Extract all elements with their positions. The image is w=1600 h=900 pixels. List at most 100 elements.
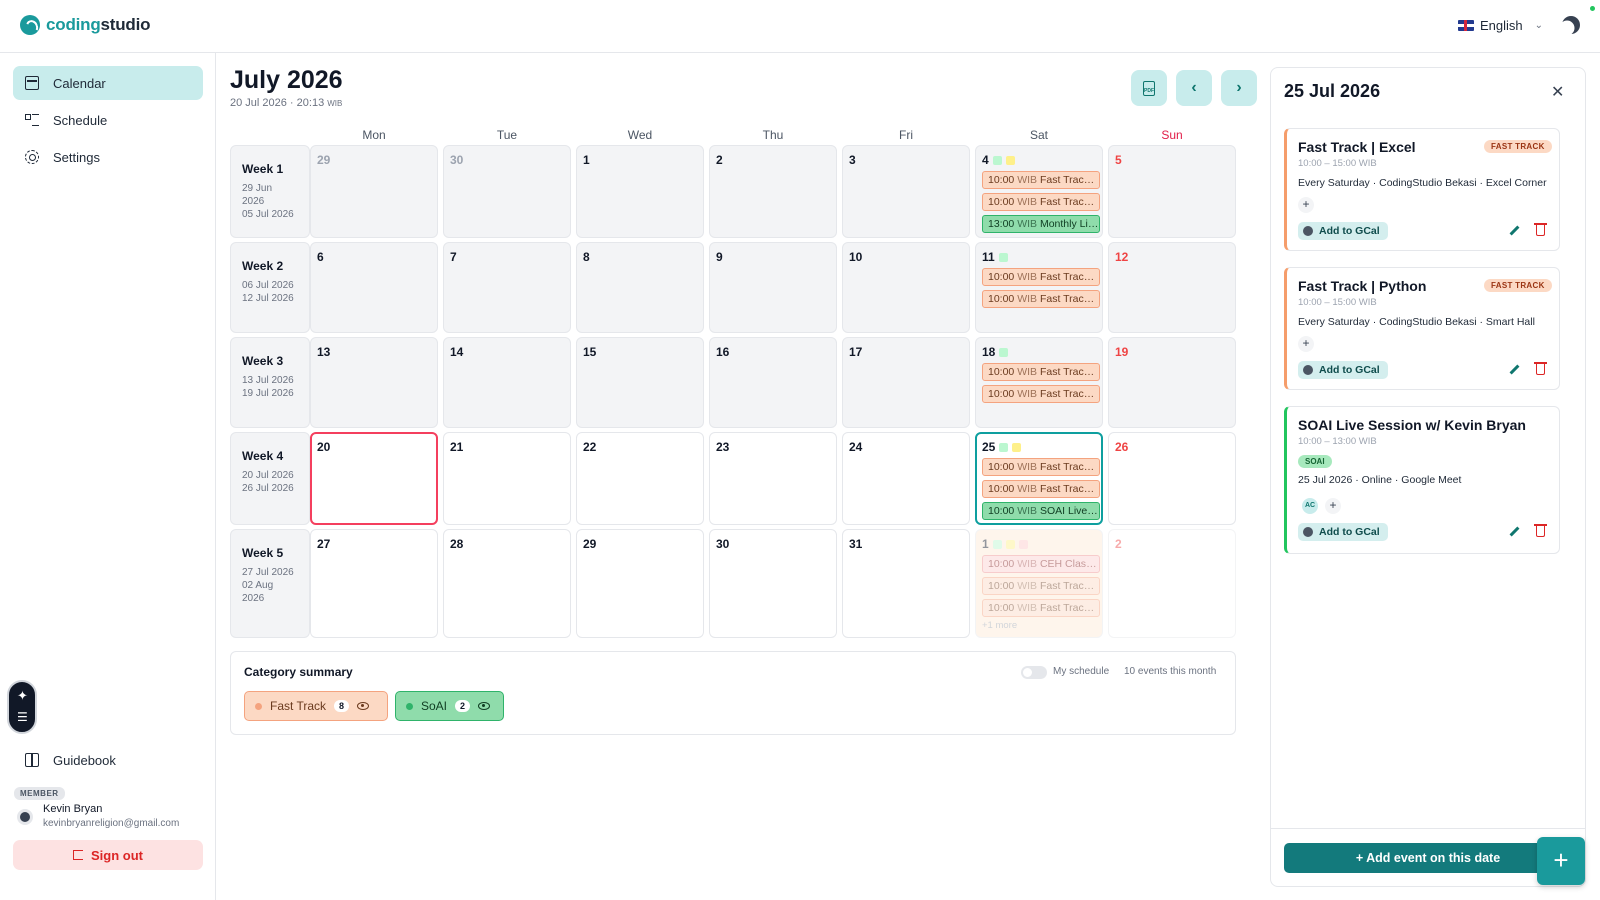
sidebar-item-guidebook[interactable]: Guidebook	[13, 743, 203, 777]
event-chip[interactable]: 10:00 WIB Fast Track ...	[982, 290, 1100, 308]
event-card[interactable]: SOAI Live Session w/ Kevin Bryan 10:00 –…	[1284, 406, 1560, 554]
calendar-day-cell[interactable]: 10	[842, 242, 970, 333]
calendar-day-cell[interactable]: 11 10:00 WIB Fast Track ... 10:00 WIB Fast…	[975, 242, 1103, 333]
next-month-button[interactable]: ›	[1221, 70, 1257, 106]
day-number-row: 21	[450, 440, 570, 454]
category-chip-soai[interactable]: SoAI 2	[395, 691, 504, 721]
add-fab-button[interactable]: +	[1537, 837, 1585, 885]
edit-icon[interactable]	[1509, 526, 1520, 537]
category-badge: FAST TRACK	[1484, 140, 1552, 153]
calendar-day-cell[interactable]: 22	[576, 432, 704, 525]
calendar-day-cell[interactable]: 17	[842, 337, 970, 428]
calendar-day-cell[interactable]: 2	[709, 145, 837, 238]
calendar-day-cell[interactable]: 4 10:00 WIB Fast Track ... 10:00 WIB Fast …	[975, 145, 1103, 238]
calendar-day-cell[interactable]: 13	[310, 337, 438, 428]
close-icon[interactable]: ✕	[1551, 82, 1564, 102]
event-chip[interactable]: 10:00 WIB Fast Track ...	[982, 268, 1100, 286]
calendar-day-cell[interactable]: 24	[842, 432, 970, 525]
add-attendee-button[interactable]: +	[1298, 197, 1314, 213]
event-chip[interactable]: 10:00 WIB Fast Track ...	[982, 480, 1100, 498]
calendar-day-cell[interactable]: 20	[310, 432, 438, 525]
export-pdf-button[interactable]: PDF	[1131, 70, 1167, 106]
calendar-day-cell[interactable]: 29	[310, 145, 438, 238]
event-title: SOAI Live Session w/ Kevin Bryan	[1298, 417, 1526, 433]
event-chip[interactable]: 10:00 WIB Fast Track ...	[982, 599, 1100, 617]
calendar-day-cell[interactable]: 14	[443, 337, 571, 428]
google-icon	[1303, 226, 1313, 236]
event-chip[interactable]: 10:00 WIB SOAI Live S...	[982, 502, 1100, 520]
sign-out-button[interactable]: Sign out	[13, 840, 203, 870]
calendar-day-cell[interactable]: 15	[576, 337, 704, 428]
calendar-day-cell[interactable]: 30	[443, 145, 571, 238]
sidebar-item-settings[interactable]: Settings	[13, 140, 203, 174]
edit-icon[interactable]	[1509, 364, 1520, 375]
calendar-day-cell[interactable]: 25 10:00 WIB Fast Track ... 10:00 WIB Fast…	[975, 432, 1103, 525]
category-chip-fast-track[interactable]: Fast Track 8	[244, 691, 388, 721]
calendar-day-cell[interactable]: 27	[310, 529, 438, 638]
add-event-button[interactable]: + Add event on this date	[1284, 843, 1572, 873]
category-indicator	[1005, 539, 1015, 549]
calendar-day-cell[interactable]: 28	[443, 529, 571, 638]
add-attendee-button[interactable]: +	[1325, 498, 1341, 514]
day-number: 30	[716, 537, 730, 551]
my-schedule-toggle[interactable]	[1021, 666, 1047, 679]
day-number-row: 4	[982, 153, 1102, 167]
event-chip[interactable]: 10:00 WIB Fast Track ...	[982, 385, 1100, 403]
delete-icon[interactable]	[1534, 362, 1547, 375]
edit-icon[interactable]	[1509, 225, 1520, 236]
calendar-day-cell[interactable]: 5	[1108, 145, 1236, 238]
more-events-link[interactable]: +1 more	[982, 620, 1102, 631]
calendar-day-cell[interactable]: 2	[1108, 529, 1236, 638]
add-to-gcal-button[interactable]: Add to GCal	[1298, 222, 1388, 240]
delete-icon[interactable]	[1534, 223, 1547, 236]
event-chip[interactable]: 10:00 WIB CEH Class ...	[982, 555, 1100, 573]
calendar-day-cell[interactable]: 3	[842, 145, 970, 238]
event-chip[interactable]: 10:00 WIB Fast Track ...	[982, 193, 1100, 211]
event-time: 10:00	[988, 505, 1015, 517]
calendar-day-cell[interactable]: 26	[1108, 432, 1236, 525]
calendar-day-cell[interactable]: 30	[709, 529, 837, 638]
calendar-day-cell[interactable]: 29	[576, 529, 704, 638]
sidebar-item-calendar[interactable]: Calendar	[13, 66, 203, 100]
event-card[interactable]: Fast Track | Excel 10:00 – 15:00 WIB Eve…	[1284, 128, 1560, 251]
chip-label: Fast Track	[270, 699, 327, 713]
calendar-day-cell[interactable]: 1 10:00 WIB CEH Class ... 10:00 WIB Fast T…	[975, 529, 1103, 638]
calendar-day-cell[interactable]: 6	[310, 242, 438, 333]
week-range: 19 Jul 2026	[242, 388, 294, 399]
event-time: 10:00	[988, 174, 1015, 186]
calendar-day-cell[interactable]: 7	[443, 242, 571, 333]
dark-mode-icon[interactable]	[1562, 16, 1580, 34]
calendar-day-cell[interactable]: 23	[709, 432, 837, 525]
calendar-day-cell[interactable]: 18 10:00 WIB Fast Track ... 10:00 WIB Fast…	[975, 337, 1103, 428]
event-card[interactable]: Fast Track | Python 10:00 – 15:00 WIB Ev…	[1284, 267, 1560, 390]
calendar-day-cell[interactable]: 31	[842, 529, 970, 638]
delete-icon[interactable]	[1534, 524, 1547, 537]
app-logo[interactable]: codingstudio	[20, 15, 151, 35]
add-to-gcal-button[interactable]: Add to GCal	[1298, 361, 1388, 379]
day-number-row: 30	[450, 153, 570, 167]
event-tz: WIB	[1017, 271, 1038, 283]
prev-month-button[interactable]: ‹	[1176, 70, 1212, 106]
event-chip[interactable]: 10:00 WIB Fast Track ...	[982, 171, 1100, 189]
event-chip[interactable]: 13:00 WIB Monthly Liv...	[982, 215, 1100, 233]
eye-icon[interactable]	[357, 702, 370, 710]
event-chip[interactable]: 10:00 WIB Fast Track ...	[982, 577, 1100, 595]
accessibility-widget[interactable]: ✦ ☰	[7, 680, 37, 734]
calendar-day-cell[interactable]: 9	[709, 242, 837, 333]
add-to-gcal-button[interactable]: Add to GCal	[1298, 523, 1388, 541]
eye-icon[interactable]	[478, 702, 491, 710]
category-indicator	[992, 539, 1002, 549]
sidebar-item-schedule[interactable]: Schedule	[13, 103, 203, 137]
add-attendee-button[interactable]: +	[1298, 336, 1314, 352]
calendar-day-cell[interactable]: 1	[576, 145, 704, 238]
calendar-day-cell[interactable]: 12	[1108, 242, 1236, 333]
event-tz: WIB	[1017, 174, 1038, 186]
calendar-day-cell[interactable]: 19	[1108, 337, 1236, 428]
calendar-day-cell[interactable]: 8	[576, 242, 704, 333]
event-chip[interactable]: 10:00 WIB Fast Track ...	[982, 458, 1100, 476]
day-number: 8	[583, 250, 590, 264]
calendar-day-cell[interactable]: 16	[709, 337, 837, 428]
calendar-day-cell[interactable]: 21	[443, 432, 571, 525]
language-selector[interactable]: English ⌄	[1458, 18, 1543, 33]
event-chip[interactable]: 10:00 WIB Fast Track ...	[982, 363, 1100, 381]
